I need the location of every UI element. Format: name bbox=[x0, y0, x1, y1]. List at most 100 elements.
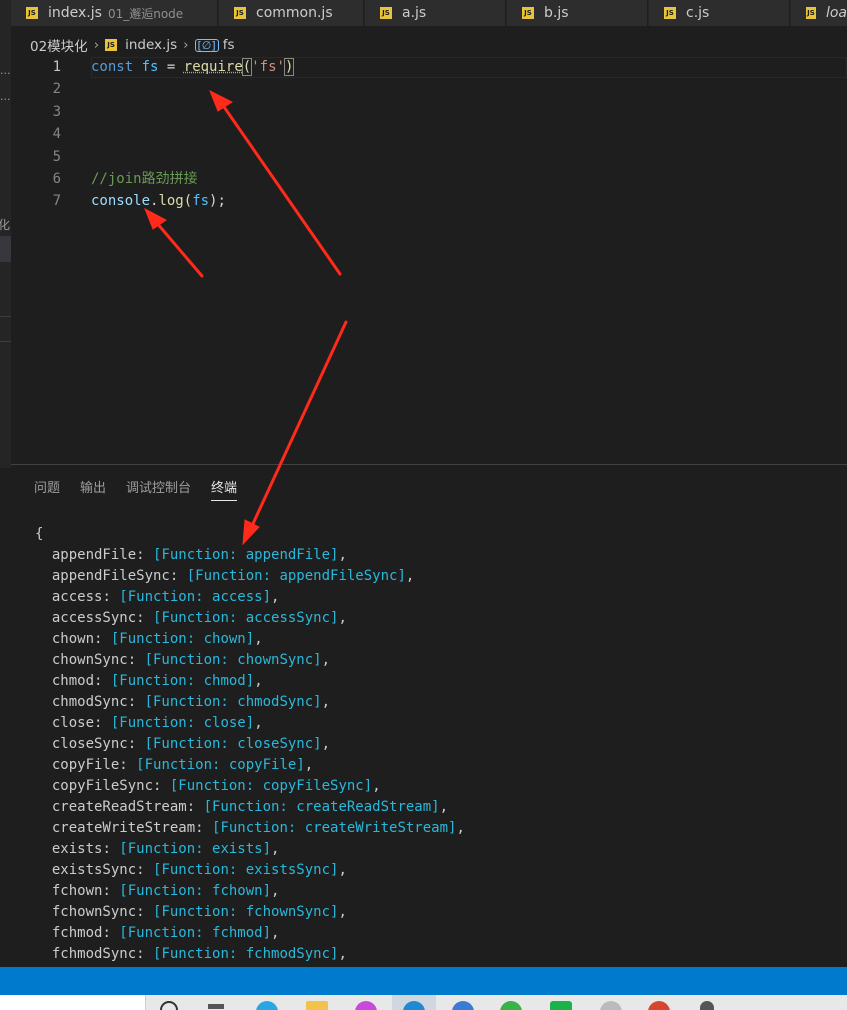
breadcrumb-folder[interactable]: 02模块化 bbox=[30, 35, 88, 55]
function-name: close bbox=[203, 715, 246, 731]
js-file-icon: JS bbox=[105, 39, 118, 51]
function-name: fchmodSync bbox=[245, 946, 331, 962]
function-name: chmod bbox=[203, 673, 246, 689]
wechat-icon[interactable] bbox=[500, 1001, 522, 1010]
line-number: 5 bbox=[52, 148, 61, 165]
code-line-6[interactable]: //join路劲拼接 bbox=[91, 168, 198, 190]
edge-icon[interactable] bbox=[256, 1001, 278, 1010]
js-file-icon: JS bbox=[806, 7, 816, 19]
app-icon[interactable] bbox=[452, 1001, 474, 1010]
property-key: access bbox=[51, 589, 103, 605]
variable-symbol-icon: [∅] bbox=[194, 38, 219, 52]
function-value: [Function: chownSync] bbox=[144, 652, 322, 668]
folder-icon[interactable] bbox=[306, 1001, 328, 1010]
property-key: chownSync bbox=[51, 652, 128, 668]
terminal-line: fchmod: [Function: fchmod], bbox=[51, 925, 280, 941]
function-name: appendFileSync bbox=[279, 568, 398, 584]
js-file-icon: JS bbox=[26, 7, 38, 19]
function-name: createReadStream bbox=[296, 799, 432, 815]
bracket: ( bbox=[241, 58, 253, 76]
terminal-line: closeSync: [Function: closeSync], bbox=[51, 736, 331, 752]
tab-c-js[interactable]: JS c.js bbox=[649, 0, 790, 26]
js-file-icon: JS bbox=[664, 7, 676, 19]
function-value: [Function: fchmod] bbox=[119, 925, 272, 941]
tab-label: a.js bbox=[402, 5, 427, 21]
function-name: chown bbox=[203, 631, 246, 647]
breadcrumb-symbol[interactable]: fs bbox=[223, 37, 235, 53]
tab-output[interactable]: 输出 bbox=[80, 477, 106, 501]
terminal-line: accessSync: [Function: accessSync], bbox=[51, 610, 347, 626]
variable: fs bbox=[141, 59, 159, 75]
line-number: 3 bbox=[52, 103, 61, 120]
property-key: fchown bbox=[51, 883, 103, 899]
app-icon[interactable] bbox=[600, 1001, 622, 1010]
function-name: access bbox=[212, 589, 263, 605]
bracket: ); bbox=[209, 193, 226, 210]
property-key: copyFile bbox=[51, 757, 120, 773]
property-key: createReadStream bbox=[51, 799, 187, 815]
function-name: accessSync bbox=[245, 610, 331, 626]
tab-label: common.js bbox=[256, 5, 333, 21]
terminal-line: chownSync: [Function: chownSync], bbox=[51, 652, 331, 668]
function-name: appendFile bbox=[245, 547, 331, 563]
tab-b-js[interactable]: JS b.js bbox=[507, 0, 648, 26]
function-value: [Function: copyFile] bbox=[136, 757, 305, 773]
property-key: fchmodSync bbox=[51, 946, 137, 962]
js-file-icon: JS bbox=[380, 7, 392, 19]
tab-loa[interactable]: JS loa bbox=[791, 0, 847, 26]
function-name: chmodSync bbox=[237, 694, 314, 710]
function-name: copyFileSync bbox=[262, 778, 364, 794]
function-value: [Function: copyFileSync] bbox=[169, 778, 373, 794]
tab-index-js[interactable]: JS index.js 01_邂逅node bbox=[11, 0, 218, 26]
property-key: fchownSync bbox=[51, 904, 137, 920]
breadcrumb-file[interactable]: index.js bbox=[125, 37, 177, 53]
sidebar-fragment: 化 bbox=[0, 218, 11, 232]
tab-label: loa bbox=[825, 5, 847, 21]
bottom-panel: 问题 输出 调试控制台 终端 { appendFile: [Function: … bbox=[11, 464, 847, 968]
line-number: 2 bbox=[52, 81, 61, 98]
code-line-7[interactable]: console.log(fs); bbox=[91, 190, 226, 212]
terminal-line: chown: [Function: chown], bbox=[51, 631, 263, 647]
terminal-output[interactable]: { appendFile: [Function: appendFile], ap… bbox=[35, 524, 465, 965]
code-editor[interactable]: 1 2 3 4 5 6 7 const fs = require('fs') /… bbox=[11, 56, 847, 464]
tab-common-js[interactable]: JS common.js bbox=[219, 0, 364, 26]
tab-a-js[interactable]: JS a.js bbox=[365, 0, 506, 26]
terminal-line: fchmodSync: [Function: fchmodSync], bbox=[51, 946, 347, 962]
property-key: chown bbox=[51, 631, 95, 647]
app-icon[interactable] bbox=[355, 1001, 377, 1010]
operator: = bbox=[166, 59, 176, 75]
line-number: 6 bbox=[52, 171, 61, 187]
property-key: close bbox=[51, 715, 95, 731]
tab-problems[interactable]: 问题 bbox=[34, 477, 60, 501]
function-name: closeSync bbox=[237, 736, 314, 752]
property-key: closeSync bbox=[51, 736, 128, 752]
tab-terminal[interactable]: 终端 bbox=[211, 477, 238, 501]
function-value: [Function: exists] bbox=[119, 841, 272, 857]
editor-tab-bar: JS index.js 01_邂逅node JS common.js JS a.… bbox=[0, 0, 847, 26]
bracket: ( bbox=[183, 193, 193, 210]
function-value: [Function: appendFile] bbox=[153, 547, 339, 563]
function-value: [Function: access] bbox=[119, 589, 272, 605]
app-icon[interactable] bbox=[550, 1001, 572, 1010]
keyword: const bbox=[91, 59, 134, 75]
property-key: copyFileSync bbox=[51, 778, 154, 794]
taskbar-search[interactable] bbox=[0, 995, 146, 1010]
code-line-1[interactable]: const fs = require('fs') bbox=[91, 56, 295, 78]
function-name: existsSync bbox=[245, 862, 331, 878]
sidebar-ellipsis: ... bbox=[0, 90, 11, 103]
gear-icon[interactable] bbox=[700, 1001, 714, 1010]
sidebar-edge: ... ... 化 bbox=[0, 26, 11, 468]
terminal-line: appendFileSync: [Function: appendFileSyn… bbox=[51, 568, 415, 584]
chevron-right-icon: › bbox=[93, 37, 100, 53]
app-icon[interactable] bbox=[648, 1001, 670, 1010]
terminal-line: createWriteStream: [Function: createWrit… bbox=[51, 820, 465, 836]
property-key: existsSync bbox=[51, 862, 137, 878]
task-view-icon[interactable] bbox=[208, 1004, 224, 1009]
argument: fs bbox=[192, 193, 210, 210]
search-icon[interactable] bbox=[160, 1001, 178, 1010]
tab-debug-console[interactable]: 调试控制台 bbox=[126, 477, 191, 501]
line-number: 4 bbox=[52, 126, 61, 143]
property-key: exists bbox=[51, 841, 103, 857]
tab-label: c.js bbox=[686, 5, 710, 21]
tab-label: index.js bbox=[48, 5, 102, 21]
